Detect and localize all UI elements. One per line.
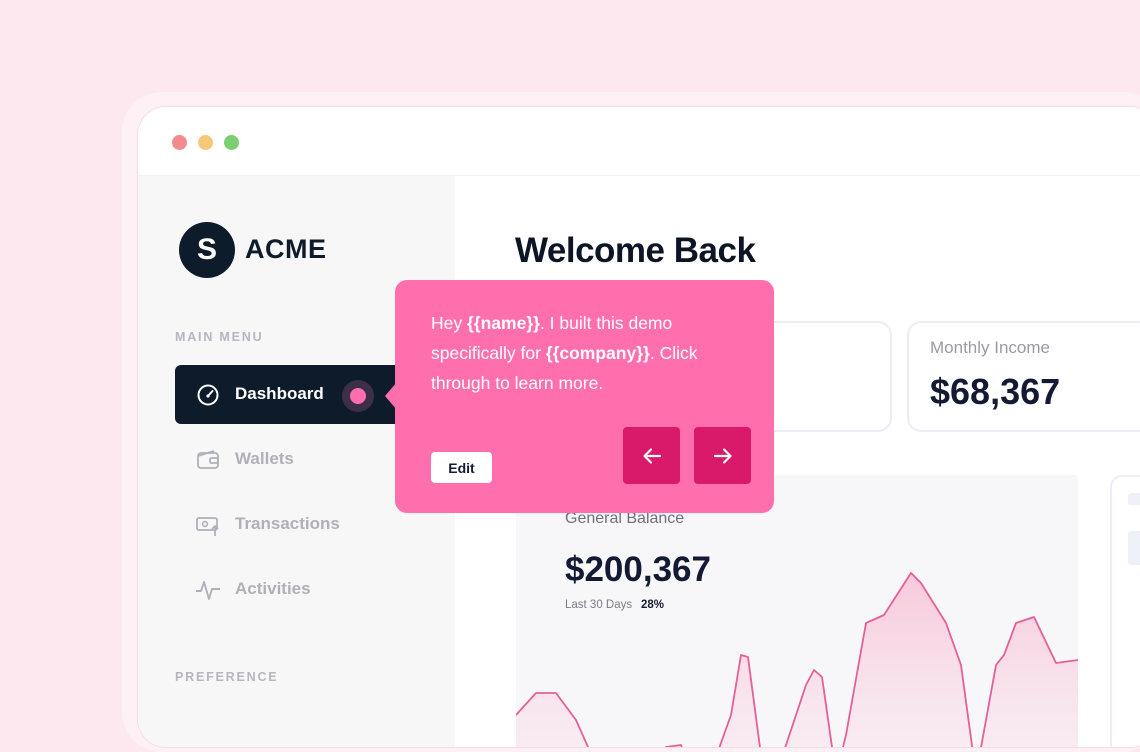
name-variable: {{name}} bbox=[466, 313, 540, 333]
tooltip-arrow bbox=[385, 382, 397, 410]
sidebar-item-activities[interactable]: Activities bbox=[175, 560, 415, 619]
close-window-button[interactable] bbox=[172, 135, 187, 150]
sidebar-item-label: Dashboard bbox=[235, 384, 324, 403]
activity-icon bbox=[196, 581, 220, 600]
previous-step-button[interactable] bbox=[623, 427, 680, 484]
arrow-left-icon bbox=[642, 447, 661, 464]
company-variable: {{company}} bbox=[545, 343, 650, 363]
minimize-window-button[interactable] bbox=[198, 135, 213, 150]
arrow-right-icon bbox=[713, 447, 732, 464]
preference-heading: PREFERENCE bbox=[175, 670, 279, 684]
logo-icon: S bbox=[179, 222, 235, 278]
gauge-icon bbox=[197, 384, 219, 406]
title-bar bbox=[138, 107, 1140, 176]
transactions-icon bbox=[196, 517, 219, 536]
sidebar-item-label: Activities bbox=[235, 579, 311, 598]
beacon-dot bbox=[350, 388, 366, 404]
general-balance-panel: General Balance $200,367 Last 30 Days 28… bbox=[516, 475, 1078, 747]
placeholder-bar bbox=[1128, 531, 1140, 565]
sidebar-item-label: Wallets bbox=[235, 449, 294, 468]
sidebar-item-dashboard[interactable]: Dashboard bbox=[175, 365, 415, 424]
next-step-button[interactable] bbox=[694, 427, 751, 484]
logo-text: ACME bbox=[245, 234, 327, 264]
edit-button[interactable]: Edit bbox=[431, 452, 492, 483]
tour-tooltip: Hey {{name}}. I built this demo specific… bbox=[385, 280, 774, 513]
monthly-income-label: Monthly Income bbox=[930, 338, 1050, 357]
tour-beacon[interactable] bbox=[342, 380, 374, 412]
page-title: Welcome Back bbox=[515, 231, 756, 270]
sidebar-item-label: Transactions bbox=[235, 514, 340, 533]
sidebar-item-transactions[interactable]: Transactions bbox=[175, 495, 415, 554]
tooltip-message: Hey {{name}}. I built this demo specific… bbox=[431, 308, 751, 398]
balance-change: 28% bbox=[641, 599, 665, 611]
wallet-icon bbox=[197, 450, 219, 469]
monthly-income-card: Monthly Income $68,367 bbox=[907, 321, 1140, 432]
sidebar-item-wallets[interactable]: Wallets bbox=[175, 430, 415, 489]
tooltip-text-intro: Hey bbox=[431, 313, 467, 333]
placeholder-bar bbox=[1128, 493, 1140, 505]
side-card bbox=[1110, 475, 1140, 747]
balance-period: Last 30 Days bbox=[565, 599, 633, 611]
maximize-window-button[interactable] bbox=[224, 135, 239, 150]
monthly-income-value: $68,367 bbox=[930, 371, 1061, 412]
main-menu-heading: MAIN MENU bbox=[175, 330, 264, 344]
general-balance-value: $200,367 bbox=[565, 550, 711, 589]
